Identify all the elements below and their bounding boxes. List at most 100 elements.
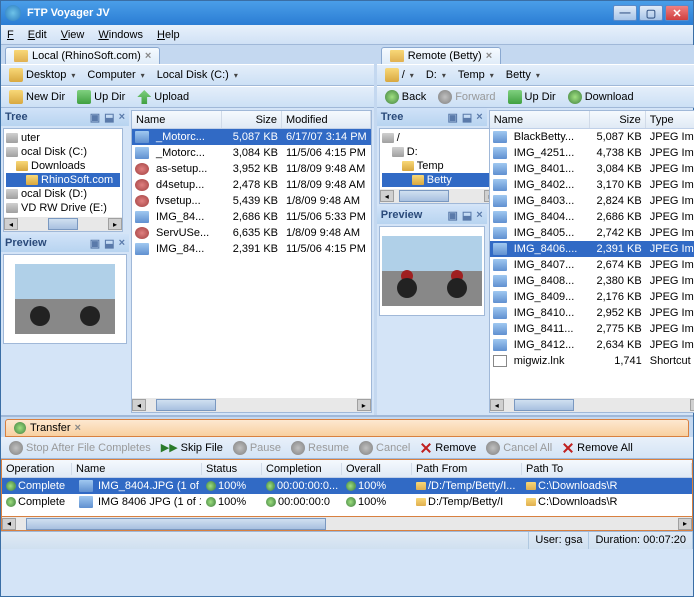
minimize-button[interactable]: — [613, 5, 637, 21]
download-button[interactable]: Download [564, 89, 638, 105]
crumb-computer[interactable]: Computer [83, 68, 148, 82]
col-overall[interactable]: Overall [342, 463, 412, 475]
tab-remote[interactable]: Remote (Betty) × [381, 47, 501, 64]
col-operation[interactable]: Operation [2, 463, 72, 475]
transfer-row[interactable]: CompleteIMG 8406 JPG (1 of 1)100%00:00:0… [2, 494, 692, 510]
tree-item[interactable]: Temp [382, 159, 496, 173]
tree-item[interactable]: / [382, 131, 496, 145]
file-row[interactable]: ServUSe...6,635 KB1/8/09 9:48 AM [132, 225, 371, 241]
tree-hscroll[interactable]: ◂▸ [4, 217, 122, 231]
menu-file[interactable]: F [7, 29, 14, 41]
remote-filelist[interactable]: Name Size Type BlackBetty...5,087 KBJPEG… [489, 110, 694, 413]
file-row[interactable]: IMG_8410...2,952 KBJPEG Ima [490, 305, 694, 321]
skip-button[interactable]: ▶▶Skip File [157, 440, 227, 455]
tree-item[interactable]: ocal Disk (C:) [6, 145, 120, 159]
menu-edit[interactable]: Edit [28, 29, 47, 41]
menu-view[interactable]: View [61, 29, 85, 41]
close-button[interactable]: ✕ [665, 5, 689, 21]
col-completion[interactable]: Completion [262, 463, 342, 475]
col-modified[interactable]: Modified [282, 111, 371, 128]
tree-item[interactable]: D: [382, 145, 496, 159]
col-type[interactable]: Type [646, 111, 694, 128]
resume-button[interactable]: Resume [287, 440, 353, 456]
crumb-d[interactable]: D: [422, 68, 450, 82]
crumb-desktop[interactable]: Desktop [5, 67, 79, 83]
tree-item[interactable]: Betty [382, 173, 496, 187]
tab-close-icon[interactable]: × [75, 422, 81, 434]
tree-item[interactable]: uter [6, 131, 120, 145]
file-name: IMG_8403... [510, 195, 590, 207]
file-row[interactable]: IMG_84...2,391 KB11/5/06 4:15 PM [132, 241, 371, 257]
file-row[interactable]: d4setup...2,478 KB11/8/09 9:48 AM [132, 177, 371, 193]
tree-hscroll[interactable]: ◂▸ [380, 189, 498, 203]
col-name[interactable]: Name [72, 463, 202, 475]
file-row[interactable]: IMG_8409...2,176 KBJPEG Ima [490, 289, 694, 305]
maximize-button[interactable]: ▢ [639, 5, 663, 21]
local-filelist[interactable]: Name Size Modified _Motorc...5,087 KB6/1… [131, 110, 372, 413]
close-icon[interactable]: × [119, 111, 125, 124]
col-name[interactable]: Name [490, 111, 590, 128]
file-icon [135, 131, 149, 143]
tab-close-icon[interactable]: × [486, 50, 492, 62]
col-name[interactable]: Name [132, 111, 222, 128]
updir-button[interactable]: Up Dir [504, 89, 560, 105]
filelist-hscroll[interactable]: ◂▸ [132, 398, 371, 412]
tree-item[interactable]: ocal Disk (D:) [6, 187, 120, 201]
pin2-icon[interactable]: ⬓ [104, 111, 114, 124]
file-row[interactable]: as-setup...3,952 KB11/8/09 9:48 AM [132, 161, 371, 177]
file-row[interactable]: migwiz.lnk1,741Shortcut [490, 353, 694, 369]
file-row[interactable]: IMG_8412...2,634 KBJPEG Ima [490, 337, 694, 353]
file-row[interactable]: IMG_8403...2,824 KBJPEG Ima [490, 193, 694, 209]
file-row[interactable]: IMG_8407...2,674 KBJPEG Ima [490, 257, 694, 273]
transfer-row[interactable]: CompleteIMG_8404.JPG (1 of 1)100%00:00:0… [2, 478, 692, 494]
tree-item[interactable]: RhinoSoft.com [6, 173, 120, 187]
col-size[interactable]: Size [590, 111, 646, 128]
file-row[interactable]: fvsetup...5,439 KB1/8/09 9:48 AM [132, 193, 371, 209]
file-row[interactable]: IMG_8401...3,084 KBJPEG Ima [490, 161, 694, 177]
col-from[interactable]: Path From [412, 463, 522, 475]
file-row[interactable]: IMG_8404...2,686 KBJPEG Ima [490, 209, 694, 225]
file-row[interactable]: BlackBetty...5,087 KBJPEG Ima [490, 129, 694, 145]
tree-item[interactable]: Downloads [6, 159, 120, 173]
cancelall-button[interactable]: Cancel All [482, 440, 556, 456]
menu-help[interactable]: Help [157, 29, 180, 41]
cancel-button[interactable]: Cancel [355, 440, 414, 456]
remove-button[interactable]: Remove [416, 441, 480, 455]
file-row[interactable]: _Motorc...5,087 KB6/17/07 3:14 PM [132, 129, 371, 145]
file-row[interactable]: IMG_8411...2,775 KBJPEG Ima [490, 321, 694, 337]
pause-button[interactable]: Pause [229, 440, 285, 456]
file-row[interactable]: IMG_8408...2,380 KBJPEG Ima [490, 273, 694, 289]
stop-button[interactable]: Stop After File Completes [5, 440, 155, 456]
crumb-temp[interactable]: Temp [454, 68, 498, 82]
tree-item[interactable]: VD RW Drive (E:) [6, 201, 120, 215]
col-status[interactable]: Status [202, 463, 262, 475]
upload-button[interactable]: Upload [133, 89, 193, 105]
updir-button[interactable]: Up Dir [73, 89, 129, 105]
transfer-hscroll[interactable]: ◂▸ [1, 517, 693, 531]
file-name: IMG_8410... [510, 307, 590, 319]
file-row[interactable]: _Motorc...3,084 KB11/5/06 4:15 PM [132, 145, 371, 161]
crumb-localdisk[interactable]: Local Disk (C:) [153, 68, 242, 82]
col-to[interactable]: Path To [522, 463, 692, 475]
transfer-grid[interactable]: Operation Name Status Completion Overall… [1, 459, 693, 517]
col-size[interactable]: Size [222, 111, 282, 128]
file-row[interactable]: IMG_84...2,686 KB11/5/06 5:33 PM [132, 209, 371, 225]
menu-windows[interactable]: Windows [98, 29, 143, 41]
removeall-button[interactable]: Remove All [558, 441, 637, 455]
forward-button[interactable]: Forward [434, 89, 499, 105]
remote-tree[interactable]: /D:TempBetty ◂▸ [379, 128, 499, 204]
tab-local[interactable]: Local (RhinoSoft.com) × [5, 47, 160, 64]
newdir-button[interactable]: New Dir [5, 89, 69, 105]
file-row[interactable]: IMG_8406....2,391 KBJPEG Ima [490, 241, 694, 257]
crumb-root[interactable]: / [381, 67, 418, 83]
tab-close-icon[interactable]: × [145, 50, 151, 62]
file-row[interactable]: IMG_8402...3,170 KBJPEG Ima [490, 177, 694, 193]
crumb-betty[interactable]: Betty [502, 68, 544, 82]
back-button[interactable]: Back [381, 89, 430, 105]
file-row[interactable]: IMG_4251...4,738 KBJPEG Ima [490, 145, 694, 161]
local-tree[interactable]: uterocal Disk (C:)DownloadsRhinoSoft.com… [3, 128, 123, 232]
filelist-hscroll[interactable]: ◂▸ [490, 398, 694, 412]
file-row[interactable]: IMG_8405...2,742 KBJPEG Ima [490, 225, 694, 241]
pin-icon[interactable]: ▣ [90, 111, 100, 124]
tab-transfer[interactable]: Transfer × [5, 419, 689, 437]
